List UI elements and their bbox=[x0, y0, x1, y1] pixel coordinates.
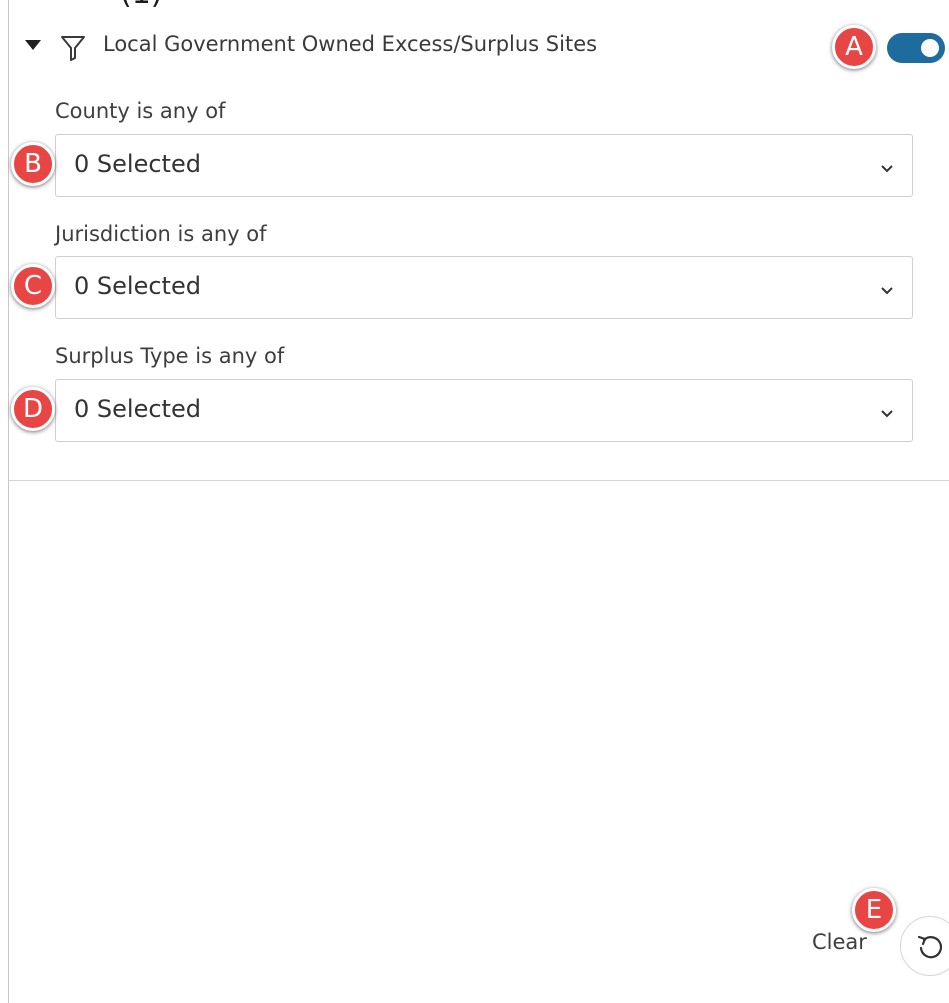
county-select-value: 0 Selected bbox=[74, 150, 201, 178]
jurisdiction-filter-label: Jurisdiction is any of bbox=[55, 222, 267, 246]
jurisdiction-select[interactable]: 0 Selected bbox=[55, 256, 913, 319]
filter-funnel-icon bbox=[60, 34, 86, 62]
surplus-type-filter-label: Surplus Type is any of bbox=[55, 344, 285, 368]
reset-button[interactable] bbox=[900, 916, 949, 976]
callout-marker-a: A bbox=[832, 25, 876, 69]
filter-enable-toggle[interactable] bbox=[887, 33, 945, 63]
chevron-down-icon bbox=[880, 404, 894, 418]
filter-group-title: Local Government Owned Excess/Surplus Si… bbox=[103, 32, 598, 56]
county-select[interactable]: 0 Selected bbox=[55, 134, 913, 197]
surplus-type-select-value: 0 Selected bbox=[74, 395, 201, 423]
jurisdiction-select-value: 0 Selected bbox=[74, 272, 201, 300]
chevron-down-icon bbox=[880, 159, 894, 173]
section-divider bbox=[9, 480, 949, 481]
chevron-down-icon bbox=[880, 281, 894, 295]
panel-left-border bbox=[8, 0, 9, 1003]
callout-marker-c: C bbox=[11, 264, 55, 308]
callout-marker-b: B bbox=[11, 142, 55, 186]
clear-button-label[interactable]: Clear bbox=[812, 930, 867, 954]
county-filter-label: County is any of bbox=[55, 99, 226, 123]
surplus-type-select[interactable]: 0 Selected bbox=[55, 379, 913, 442]
callout-marker-e: E bbox=[852, 888, 896, 932]
reset-icon bbox=[917, 935, 943, 959]
toggle-knob bbox=[921, 39, 939, 57]
clipped-header-text: (1) bbox=[120, 0, 163, 11]
filter-panel: (1) Local Government Owned Excess/Surplu… bbox=[0, 0, 949, 1003]
callout-marker-d: D bbox=[11, 387, 55, 431]
caret-down-icon[interactable] bbox=[25, 40, 41, 50]
